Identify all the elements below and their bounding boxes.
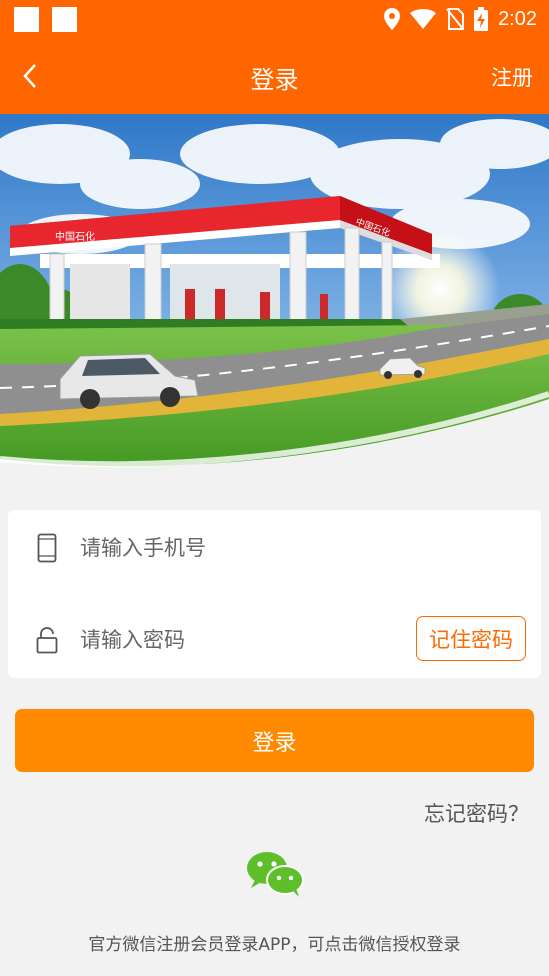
register-button[interactable]: 注册	[491, 62, 533, 92]
app-square-icon	[14, 7, 39, 32]
status-time: 2:02	[498, 7, 537, 30]
status-bar: 2:02	[0, 0, 549, 38]
phone-field-row	[8, 510, 541, 586]
page-title: 登录	[250, 66, 299, 94]
app-square-icon	[52, 7, 77, 32]
canopy-sign-text: 中国石化	[55, 230, 95, 243]
app-header: 登录 注册	[0, 38, 549, 114]
location-icon	[384, 8, 401, 30]
remember-password-button[interactable]: 记住密码	[416, 616, 526, 661]
password-field-row: 记住密码	[8, 602, 541, 678]
wechat-icon	[247, 852, 304, 897]
wechat-login-note: 官方微信注册会员登录APP，可点击微信授权登录	[88, 935, 461, 955]
battery-charging-icon	[474, 7, 489, 31]
gas-station-banner: 中国石化 中国石化	[0, 114, 549, 480]
phone-icon	[30, 531, 64, 565]
lock-icon	[30, 623, 64, 657]
status-icons: 2:02	[384, 6, 537, 32]
login-button[interactable]: 登录	[15, 709, 534, 772]
login-form: 记住密码	[8, 510, 541, 678]
forgot-password-link[interactable]: 忘记密码？	[424, 798, 529, 828]
banner-illustration: 中国石化 中国石化	[0, 114, 549, 480]
wifi-icon	[410, 9, 437, 29]
no-sim-icon	[446, 8, 465, 30]
wechat-login-button[interactable]	[245, 850, 305, 898]
password-input[interactable]	[78, 627, 382, 653]
phone-input[interactable]	[78, 535, 382, 561]
